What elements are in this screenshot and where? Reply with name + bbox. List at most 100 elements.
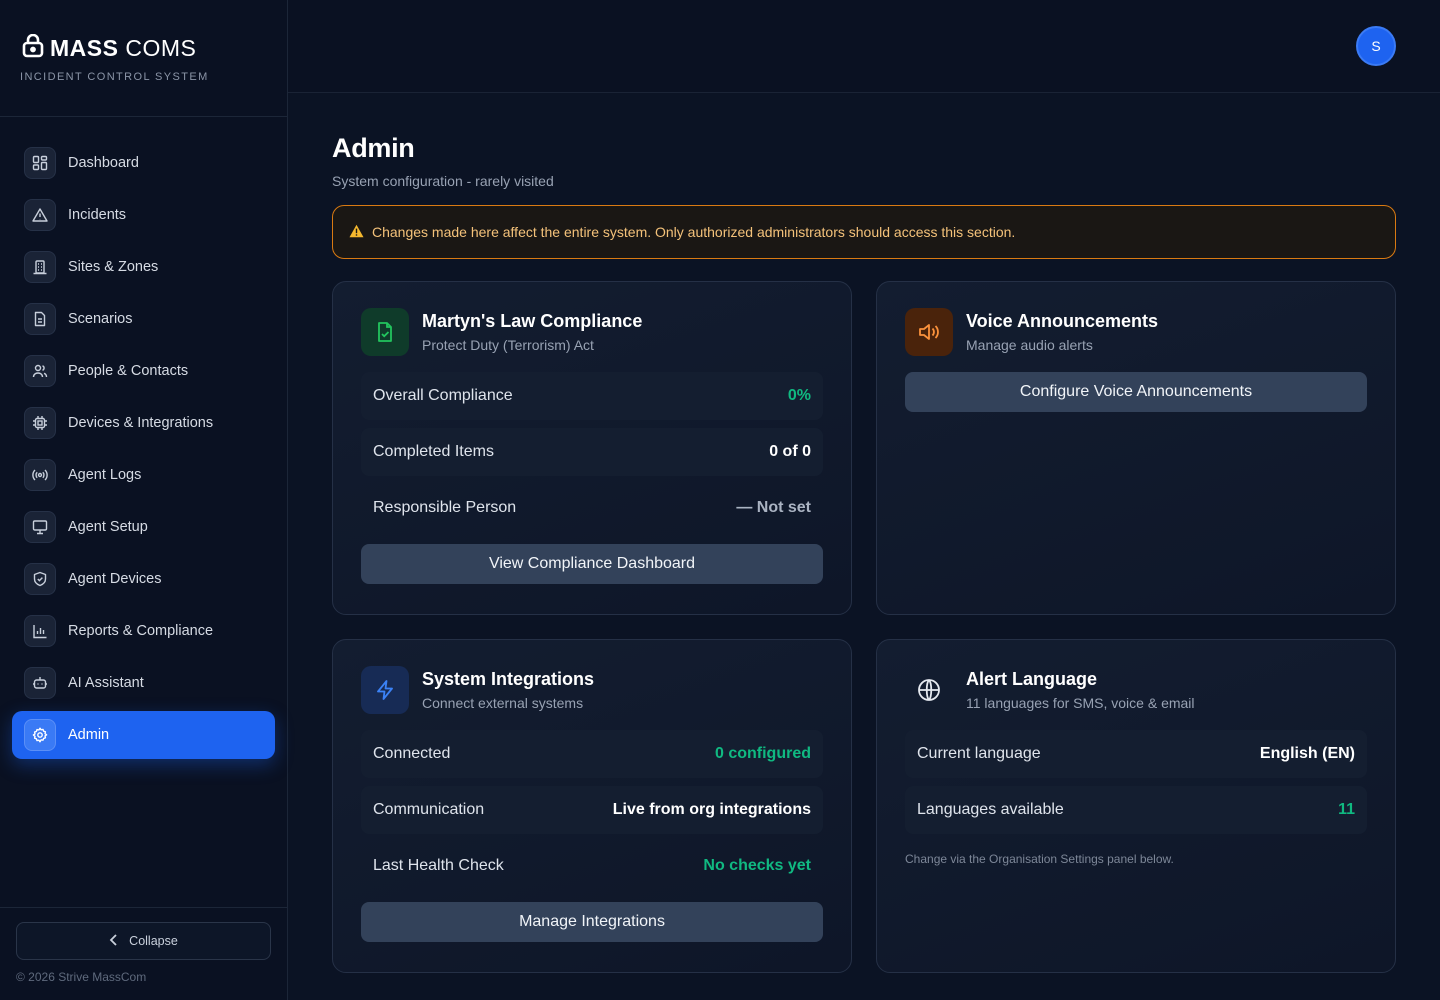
voice-announcements-card: Voice Announcements Manage audio alerts … xyxy=(876,281,1396,615)
lightning-icon xyxy=(361,666,409,714)
bot-icon xyxy=(24,667,56,699)
file-check-icon xyxy=(361,308,409,356)
alert-language-card: Alert Language 11 languages for SMS, voi… xyxy=(876,639,1396,973)
card-title: Martyn's Law Compliance xyxy=(422,311,643,331)
sidebar-item-label: AI Assistant xyxy=(68,675,144,691)
page-title: Admin xyxy=(332,133,415,163)
sidebar-item-label: Agent Devices xyxy=(68,571,162,587)
card-header: Voice Announcements Manage audio alerts xyxy=(905,308,1367,356)
broadcast-icon xyxy=(24,459,56,491)
stat-value: English (EN) xyxy=(1259,745,1355,762)
sidebar-item-label: Sites & Zones xyxy=(68,259,159,275)
sidebar-item-label: Dashboard xyxy=(68,155,139,171)
sidebar-item-scenarios[interactable]: Scenarios xyxy=(12,295,275,343)
card-header: Martyn's Law Compliance Protect Duty (Te… xyxy=(361,308,823,356)
card-title: Alert Language xyxy=(966,669,1098,689)
sidebar-item-label: Incidents xyxy=(68,207,127,223)
sidebar-item-label: Agent Setup xyxy=(68,519,148,535)
card-header: Alert Language 11 languages for SMS, voi… xyxy=(905,666,1367,714)
brand-subtitle: INCIDENT CONTROL SYSTEM xyxy=(20,71,209,83)
stat-row-responsible-person: Responsible Person — Not set xyxy=(361,484,823,532)
copyright: © 2026 Strive MassCom xyxy=(16,970,147,984)
stat-value: 0 of 0 xyxy=(769,443,811,460)
sidebar-item-people-contacts[interactable]: People & Contacts xyxy=(12,347,275,395)
shield-icon xyxy=(24,563,56,595)
sidebar-footer: Collapse © 2026 Strive MassCom xyxy=(0,907,287,1000)
main-content: Admin System configuration - rarely visi… xyxy=(332,93,1396,973)
building-icon xyxy=(24,251,56,283)
compliance-card: Martyn's Law Compliance Protect Duty (Te… xyxy=(332,281,852,615)
stat-row-communication: Communication Live from org integrations xyxy=(361,786,823,834)
globe-icon xyxy=(905,666,953,714)
stat-value: 11 xyxy=(1338,801,1355,818)
page-subtitle: System configuration - rarely visited xyxy=(332,173,554,189)
sidebar: MASS COMS INCIDENT CONTROL SYSTEM Dashbo… xyxy=(0,0,288,1000)
chip-icon xyxy=(24,407,56,439)
warning-text: Changes made here affect the entire syst… xyxy=(372,224,1016,240)
warning-banner: Changes made here affect the entire syst… xyxy=(332,205,1396,259)
manage-integrations-button[interactable]: Manage Integrations xyxy=(361,902,823,942)
stat-value: 0 configured xyxy=(714,745,811,762)
speaker-icon xyxy=(905,308,953,356)
sidebar-item-label: Agent Logs xyxy=(68,467,142,483)
sidebar-item-sites-zones[interactable]: Sites & Zones xyxy=(12,243,275,291)
stat-label: Responsible Person xyxy=(373,499,517,516)
stat-value: — Not set xyxy=(736,499,811,516)
stat-label: Communication xyxy=(373,801,485,818)
sidebar-item-admin[interactable]: Admin xyxy=(12,711,275,759)
sidebar-item-agent-devices[interactable]: Agent Devices xyxy=(12,555,275,603)
view-compliance-dashboard-button[interactable]: View Compliance Dashboard xyxy=(361,544,823,584)
system-integrations-card: System Integrations Connect external sys… xyxy=(332,639,852,973)
stat-label: Completed Items xyxy=(373,443,494,460)
card-subtitle: Manage audio alerts xyxy=(966,337,1093,353)
stat-row-last-health-check: Last Health Check No checks yet xyxy=(361,842,823,890)
stat-row-overall-compliance: Overall Compliance 0% xyxy=(361,372,823,420)
stat-label: Current language xyxy=(917,745,1041,762)
stat-label: Overall Compliance xyxy=(373,387,513,404)
stat-row-completed-items: Completed Items 0 of 0 xyxy=(361,428,823,476)
card-subtitle: 11 languages for SMS, voice & email xyxy=(966,695,1195,711)
sidebar-item-reports-compliance[interactable]: Reports & Compliance xyxy=(12,607,275,655)
configure-voice-announcements-button[interactable]: Configure Voice Announcements xyxy=(905,372,1367,412)
stat-label: Last Health Check xyxy=(373,857,504,874)
card-subtitle: Connect external systems xyxy=(422,695,584,711)
brand: MASS COMS INCIDENT CONTROL SYSTEM xyxy=(0,0,287,117)
card-header: System Integrations Connect external sys… xyxy=(361,666,823,714)
dashboard-grid-icon xyxy=(24,147,56,179)
admin-cards: Martyn's Law Compliance Protect Duty (Te… xyxy=(332,281,1396,973)
stat-label: Connected xyxy=(373,745,451,762)
people-icon xyxy=(24,355,56,387)
sidebar-item-label: Admin xyxy=(68,727,110,743)
sidebar-item-incidents[interactable]: Incidents xyxy=(12,191,275,239)
sidebar-item-dashboard[interactable]: Dashboard xyxy=(12,139,275,187)
sidebar-item-agent-logs[interactable]: Agent Logs xyxy=(12,451,275,499)
brand-logo[interactable]: MASS COMS xyxy=(22,33,267,63)
sidebar-item-label: People & Contacts xyxy=(68,363,189,379)
sidebar-item-devices-integrations[interactable]: Devices & Integrations xyxy=(12,399,275,447)
sidebar-item-ai-assistant[interactable]: AI Assistant xyxy=(12,659,275,707)
warning-triangle-icon xyxy=(24,199,56,231)
avatar[interactable]: S xyxy=(1356,26,1396,66)
stat-value: 0% xyxy=(787,387,811,404)
lock-icon xyxy=(22,33,44,63)
sidebar-item-agent-setup[interactable]: Agent Setup xyxy=(12,503,275,551)
monitor-icon xyxy=(24,511,56,543)
top-bar: S xyxy=(288,0,1440,93)
stat-row-connected: Connected 0 configured xyxy=(361,730,823,778)
stat-row-current-language: Current language English (EN) xyxy=(905,730,1367,778)
collapse-label: Collapse xyxy=(129,934,178,948)
card-subtitle: Protect Duty (Terrorism) Act xyxy=(422,337,594,353)
stat-label: Languages available xyxy=(917,801,1064,818)
sidebar-item-label: Devices & Integrations xyxy=(68,415,214,431)
stat-row-languages-available: Languages available 11 xyxy=(905,786,1367,834)
stat-value: Live from org integrations xyxy=(612,801,811,818)
sidebar-item-label: Reports & Compliance xyxy=(68,623,214,639)
bar-chart-icon xyxy=(24,615,56,647)
document-icon xyxy=(24,303,56,335)
warning-icon xyxy=(349,224,364,241)
gear-icon xyxy=(24,719,56,751)
stat-value: No checks yet xyxy=(703,857,811,874)
sidebar-item-label: Scenarios xyxy=(68,311,133,327)
card-title: Voice Announcements xyxy=(966,311,1159,331)
collapse-button[interactable]: Collapse xyxy=(16,922,271,960)
